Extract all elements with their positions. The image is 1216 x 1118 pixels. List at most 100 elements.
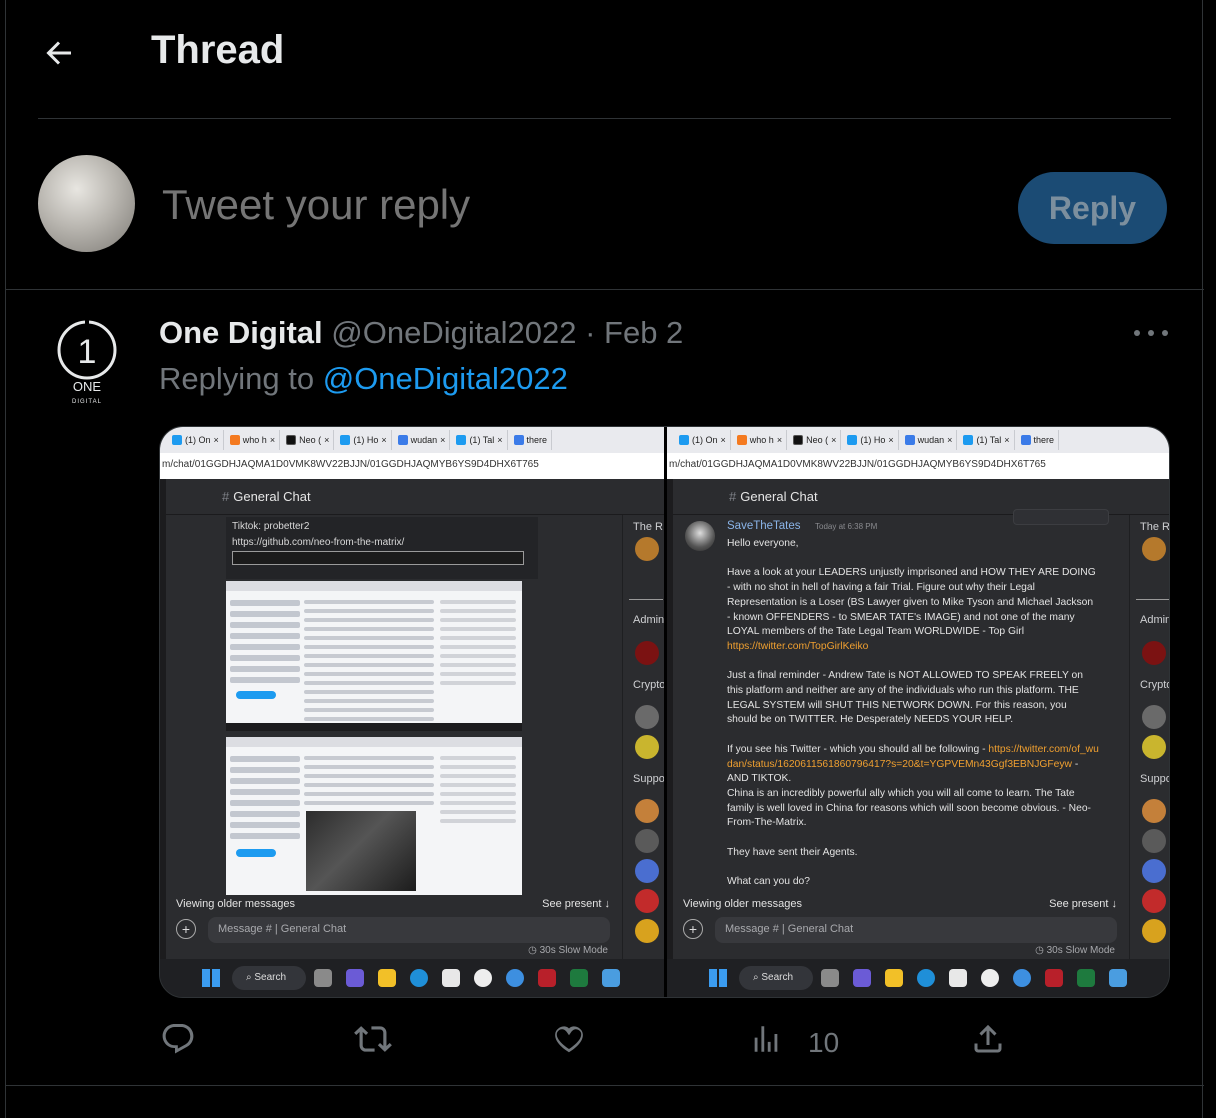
- chat-input: Message # | General Chat: [715, 917, 1117, 943]
- browser-tab: (1) On ×: [168, 430, 224, 450]
- member-avatar: [1142, 705, 1166, 729]
- embed-line: Tiktok: probetter2: [232, 521, 310, 532]
- embedded-screenshot: [226, 737, 522, 895]
- chat-app-icon: [346, 969, 364, 987]
- member-avatar: [635, 799, 659, 823]
- logo-numeral: 1: [78, 333, 97, 371]
- browser-url: m/chat/01GGDHJAQMA1D0VMK8WV22BJJN/01GGDH…: [667, 453, 1169, 479]
- browser-tab: wudan ×: [901, 430, 958, 450]
- tab-favicon-icon: [172, 435, 182, 445]
- message-toolbar: [1013, 509, 1109, 525]
- taskview-icon: [821, 969, 839, 987]
- reply-action[interactable]: [158, 1019, 198, 1059]
- chat-app-icon: [853, 969, 871, 987]
- member-list: The R Admin Crypto Suppo: [622, 515, 664, 959]
- store-icon: [442, 969, 460, 987]
- browser-tab: who h ×: [226, 430, 281, 450]
- media-image-right[interactable]: (1) On × who h × Neo ( × (1) Ho × wudan …: [667, 427, 1169, 997]
- browser-tab: Neo ( ×: [282, 430, 335, 450]
- retweet-action[interactable]: [353, 1019, 393, 1059]
- reply-composer: Reply: [6, 119, 1204, 290]
- browser-tab: who h ×: [733, 430, 788, 450]
- tab-favicon-icon: [340, 435, 351, 445]
- member-avatar: [635, 705, 659, 729]
- author-logo[interactable]: 1 ONE DIGITAL: [54, 319, 120, 409]
- tab-favicon-icon: [456, 435, 467, 445]
- tweet-media[interactable]: (1) On × who h × Neo ( × (1) Ho × wudan …: [159, 426, 1170, 998]
- member-avatar: [635, 889, 659, 913]
- tweet-date[interactable]: Feb 2: [604, 315, 683, 350]
- member-avatar: [1142, 829, 1166, 853]
- media-image-left[interactable]: (1) On × who h × Neo ( × (1) Ho × wudan …: [160, 427, 664, 997]
- replying-to: Replying to @OneDigital2022: [159, 361, 568, 397]
- tab-favicon-icon: [679, 435, 689, 445]
- reply-button[interactable]: Reply: [1018, 172, 1167, 244]
- browser-tab: Neo ( ×: [789, 430, 842, 450]
- member-avatar: [635, 537, 659, 561]
- taskbar-search: ⌕ Search: [232, 966, 306, 990]
- browser-tab: (1) Tal ×: [959, 430, 1015, 450]
- tab-favicon-icon: [286, 435, 297, 445]
- message-body: Hello everyone, Have a look at your LEAD…: [727, 538, 1099, 888]
- avatar[interactable]: [38, 155, 135, 252]
- security-icon: [1045, 969, 1063, 987]
- message-time: Today at 6:38 PM: [815, 522, 878, 531]
- tab-favicon-icon: [904, 435, 915, 445]
- like-action[interactable]: [549, 1019, 589, 1059]
- older-messages-bar: Viewing older messages See present ↓: [176, 898, 610, 910]
- tab-favicon-icon: [793, 435, 804, 445]
- thread-column: Thread Reply 1 ONE DIGITAL One Digital @…: [5, 0, 1204, 1118]
- tab-favicon-icon: [397, 435, 408, 445]
- chat-input: Message # | General Chat: [208, 917, 610, 943]
- tweet-header: One Digital @OneDigital2022 · Feb 2: [159, 315, 683, 351]
- back-button[interactable]: [36, 30, 82, 76]
- logo-subtext: DIGITAL: [72, 399, 102, 405]
- views-action[interactable]: [746, 1019, 786, 1059]
- browser-tab: there: [510, 430, 553, 450]
- folder-icon: [378, 969, 396, 987]
- replying-handle-link[interactable]: @OneDigital2022: [323, 361, 568, 396]
- thread-header: Thread: [6, 0, 1204, 118]
- reply-icon: [162, 1024, 194, 1054]
- slow-mode-label: ◷ 30s Slow Mode: [1035, 945, 1115, 956]
- arrow-left-icon: [46, 41, 71, 65]
- browser-url: m/chat/01GGDHJAQMA1D0VMK8WV22BJJN/01GGDH…: [160, 453, 664, 479]
- browser-tab: (1) Tal ×: [452, 430, 508, 450]
- share-icon: [974, 1024, 1002, 1053]
- help-icon: [1013, 969, 1031, 987]
- tab-favicon-icon: [736, 435, 747, 445]
- member-avatar: [635, 829, 659, 853]
- message-area: Tiktok: probetter2 https://github.com/ne…: [166, 515, 622, 895]
- more-dot-icon: [1162, 330, 1168, 336]
- views-count: 10: [808, 1027, 840, 1058]
- excel-icon: [1077, 969, 1095, 987]
- browser-tab: there: [1017, 430, 1060, 450]
- folder-icon: [885, 969, 903, 987]
- plus-icon: +: [176, 919, 196, 939]
- browser-tab: (1) Ho ×: [843, 430, 899, 450]
- replying-prefix: Replying to: [159, 361, 315, 396]
- tweet[interactable]: 1 ONE DIGITAL One Digital @OneDigital202…: [6, 291, 1204, 1086]
- author-name[interactable]: One Digital: [159, 315, 323, 350]
- plus-icon: +: [683, 919, 703, 939]
- member-avatar: [1142, 859, 1166, 883]
- tab-favicon-icon: [229, 435, 240, 445]
- message-avatar: [685, 521, 715, 551]
- browser-tab: (1) Ho ×: [336, 430, 392, 450]
- author-handle[interactable]: @OneDigital2022: [331, 315, 576, 350]
- more-options-button[interactable]: [1134, 321, 1168, 345]
- separator-dot: ·: [585, 315, 596, 350]
- like-icon: [555, 1026, 583, 1053]
- browser-tabbar: (1) On × who h × Neo ( × (1) Ho × wudan …: [160, 427, 664, 453]
- windows-icon: [709, 969, 727, 987]
- member-avatar: [635, 735, 659, 759]
- edge-icon: [917, 969, 935, 987]
- windows-icon: [202, 969, 220, 987]
- reply-input[interactable]: [162, 181, 762, 229]
- member-avatar: [1142, 537, 1166, 561]
- share-action[interactable]: [968, 1019, 1008, 1059]
- hash-icon: #: [729, 489, 737, 504]
- tab-favicon-icon: [513, 435, 524, 445]
- embed-line: https://github.com/neo-from-the-matrix/: [232, 537, 405, 548]
- taskbar-search: ⌕ Search: [739, 966, 813, 990]
